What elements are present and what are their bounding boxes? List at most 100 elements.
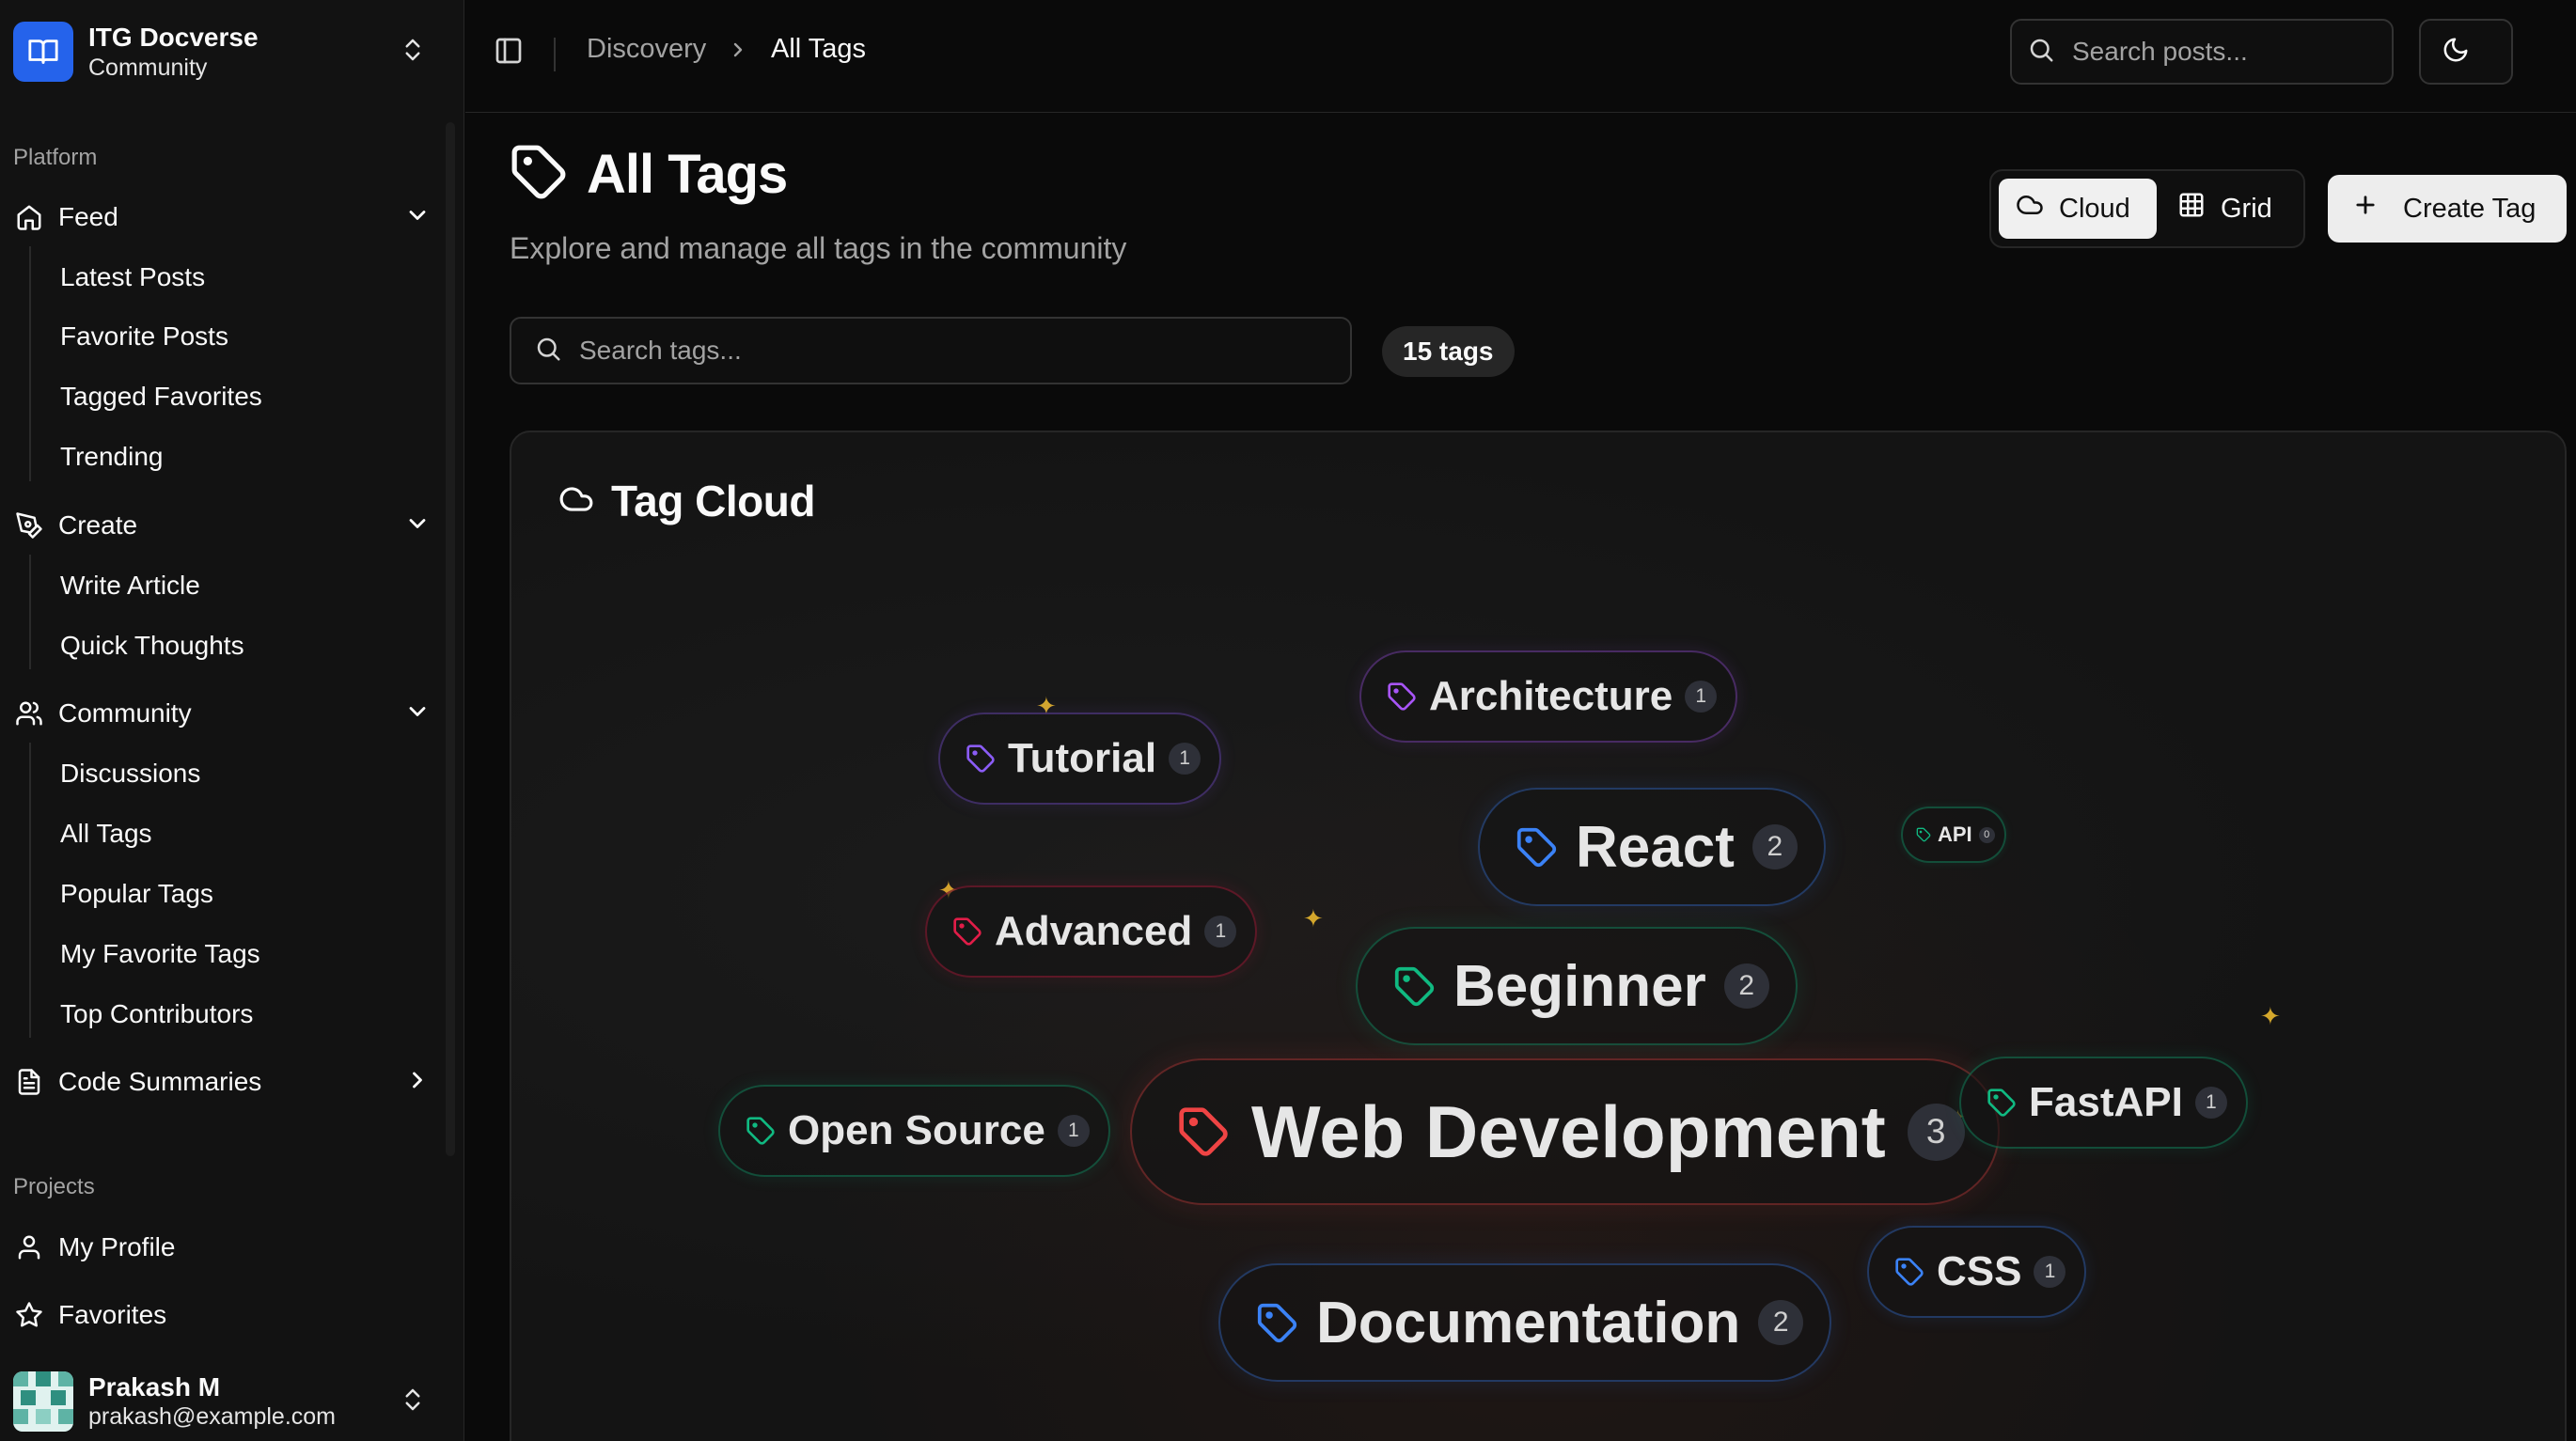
tag-name: Advanced (995, 908, 1193, 954)
chevron-down-icon (404, 202, 431, 235)
sidebar-item-latest-posts[interactable]: Latest Posts (60, 252, 205, 303)
sidebar-item-label: Code Summaries (58, 1067, 262, 1096)
page-title: All Tags (510, 143, 788, 206)
tag-icon (746, 1116, 776, 1146)
submenu-line (29, 555, 31, 669)
tag-cloud-card: Tag Cloud ✦ ✦ ✦ ✦ ✦ Architecture1Tutoria… (510, 431, 2567, 1441)
tag-icon (1177, 1105, 1230, 1158)
tag-pill-open-source[interactable]: Open Source 1 (718, 1085, 1110, 1177)
tag-name: Beginner (1453, 953, 1706, 1019)
sidebar-scrollbar[interactable] (446, 122, 455, 1156)
view-toggle: Cloud Grid (1989, 169, 2305, 248)
tag-pill-beginner[interactable]: Beginner 2 (1356, 927, 1798, 1045)
file-text-icon (13, 1066, 45, 1098)
home-icon (13, 201, 45, 233)
tag-icon (1916, 827, 1931, 842)
tag-count-badge: 15 tags (1382, 326, 1515, 377)
tag-pill-web-development[interactable]: Web Development 3 (1130, 1058, 2000, 1205)
user-menu[interactable]: Prakash M prakash@example.com (13, 1369, 446, 1434)
grid-icon (2177, 191, 2206, 227)
sidebar-item-label: Community (58, 698, 192, 728)
sparkle-icon: ✦ (2260, 1002, 2281, 1030)
page-subtitle: Explore and manage all tags in the commu… (510, 231, 1127, 265)
sidebar-item-all-tags[interactable]: All Tags (60, 808, 152, 859)
org-name: ITG Docverse (88, 23, 259, 52)
tag-icon (966, 744, 996, 774)
tag-pill-architecture[interactable]: Architecture 1 (1359, 650, 1738, 743)
tag-name: React (1576, 814, 1735, 880)
tag-icon (952, 916, 982, 947)
view-grid-button[interactable]: Grid (2160, 179, 2301, 239)
tag-post-count: 2 (1751, 824, 1798, 869)
view-cloud-button[interactable]: Cloud (1999, 179, 2157, 239)
search-posts-input[interactable] (2072, 37, 2373, 67)
tag-post-count: 1 (1685, 681, 1718, 713)
tag-post-count: 3 (1907, 1103, 1965, 1161)
tag-post-count: 1 (1169, 743, 1202, 775)
breadcrumb-discovery[interactable]: Discovery (587, 34, 706, 65)
tag-post-count: 1 (2034, 1256, 2066, 1288)
tag-icon (1516, 826, 1558, 869)
sidebar-item-discussions[interactable]: Discussions (60, 748, 200, 799)
org-switcher[interactable]: ITG Docverse Community (13, 19, 446, 85)
sidebar-toggle-icon[interactable] (494, 36, 524, 70)
theme-toggle-button[interactable] (2419, 19, 2513, 85)
user-icon (13, 1231, 45, 1263)
top-header: Discovery All Tags (465, 0, 2576, 113)
sidebar-item-my-profile[interactable]: My Profile (13, 1221, 436, 1274)
tag-pill-fastapi[interactable]: FastAPI 1 (1959, 1057, 2248, 1149)
tag-post-count: 1 (1204, 916, 1237, 948)
tag-icon (1256, 1302, 1298, 1344)
user-email: prakash@example.com (88, 1403, 336, 1430)
sidebar-item-feed[interactable]: Feed (13, 191, 436, 243)
search-icon (2027, 36, 2055, 69)
moon-icon (2442, 36, 2470, 69)
tag-name: FastAPI (2029, 1079, 2183, 1125)
tag-pill-advanced[interactable]: Advanced 1 (925, 885, 1258, 978)
users-icon (13, 697, 45, 729)
chevron-right-icon (404, 1067, 431, 1100)
page-title-text: All Tags (587, 144, 788, 205)
sidebar-item-community[interactable]: Community (13, 687, 436, 740)
tag-name: CSS (1937, 1248, 2022, 1294)
avatar (13, 1371, 73, 1432)
tag-icon (1894, 1257, 1924, 1287)
sidebar-item-favorite-posts[interactable]: Favorite Posts (60, 311, 228, 362)
search-icon (534, 335, 562, 368)
tag-pill-css[interactable]: CSS 1 (1867, 1226, 2087, 1318)
sidebar-item-top-contributors[interactable]: Top Contributors (60, 989, 253, 1040)
chevron-down-icon (404, 698, 431, 731)
cloud-icon (2016, 191, 2044, 227)
pen-tool-icon (13, 509, 45, 541)
sidebar-item-trending[interactable]: Trending (60, 431, 163, 482)
tag-name: Architecture (1429, 673, 1673, 719)
header-divider (554, 38, 556, 71)
submenu-line (29, 246, 31, 481)
search-posts-field[interactable] (2010, 19, 2394, 85)
sidebar-item-popular-tags[interactable]: Popular Tags (60, 869, 213, 919)
tag-pill-react[interactable]: React 2 (1478, 788, 1826, 906)
sidebar-item-my-favorite-tags[interactable]: My Favorite Tags (60, 929, 260, 979)
search-tags-input[interactable] (579, 336, 880, 366)
tag-pill-documentation[interactable]: Documentation 2 (1218, 1263, 1832, 1382)
projects-label: Projects (13, 1174, 95, 1199)
view-cloud-label: Cloud (2059, 193, 2130, 224)
breadcrumb-all-tags: All Tags (771, 34, 867, 64)
sidebar-item-code-summaries[interactable]: Code Summaries (13, 1056, 436, 1108)
tag-name: Documentation (1316, 1290, 1741, 1355)
book-icon (13, 22, 73, 82)
sidebar: ITG Docverse Community Platform Feed Lat… (0, 0, 464, 1441)
search-tags-field[interactable] (510, 317, 1352, 384)
tag-pill-api[interactable]: API 0 (1901, 807, 2006, 863)
org-subtitle: Community (88, 55, 208, 81)
sparkle-icon: ✦ (1303, 904, 1324, 932)
create-tag-button[interactable]: Create Tag (2328, 175, 2567, 243)
sidebar-item-favorites[interactable]: Favorites (13, 1289, 436, 1341)
sidebar-item-create[interactable]: Create (13, 499, 436, 552)
sidebar-item-quick-thoughts[interactable]: Quick Thoughts (60, 620, 244, 671)
sidebar-item-write-article[interactable]: Write Article (60, 560, 200, 611)
tag-pill-tutorial[interactable]: Tutorial 1 (938, 713, 1222, 805)
chevron-down-icon (404, 510, 431, 543)
tag-icon (1387, 681, 1417, 712)
sidebar-item-tagged-favorites[interactable]: Tagged Favorites (60, 371, 262, 422)
